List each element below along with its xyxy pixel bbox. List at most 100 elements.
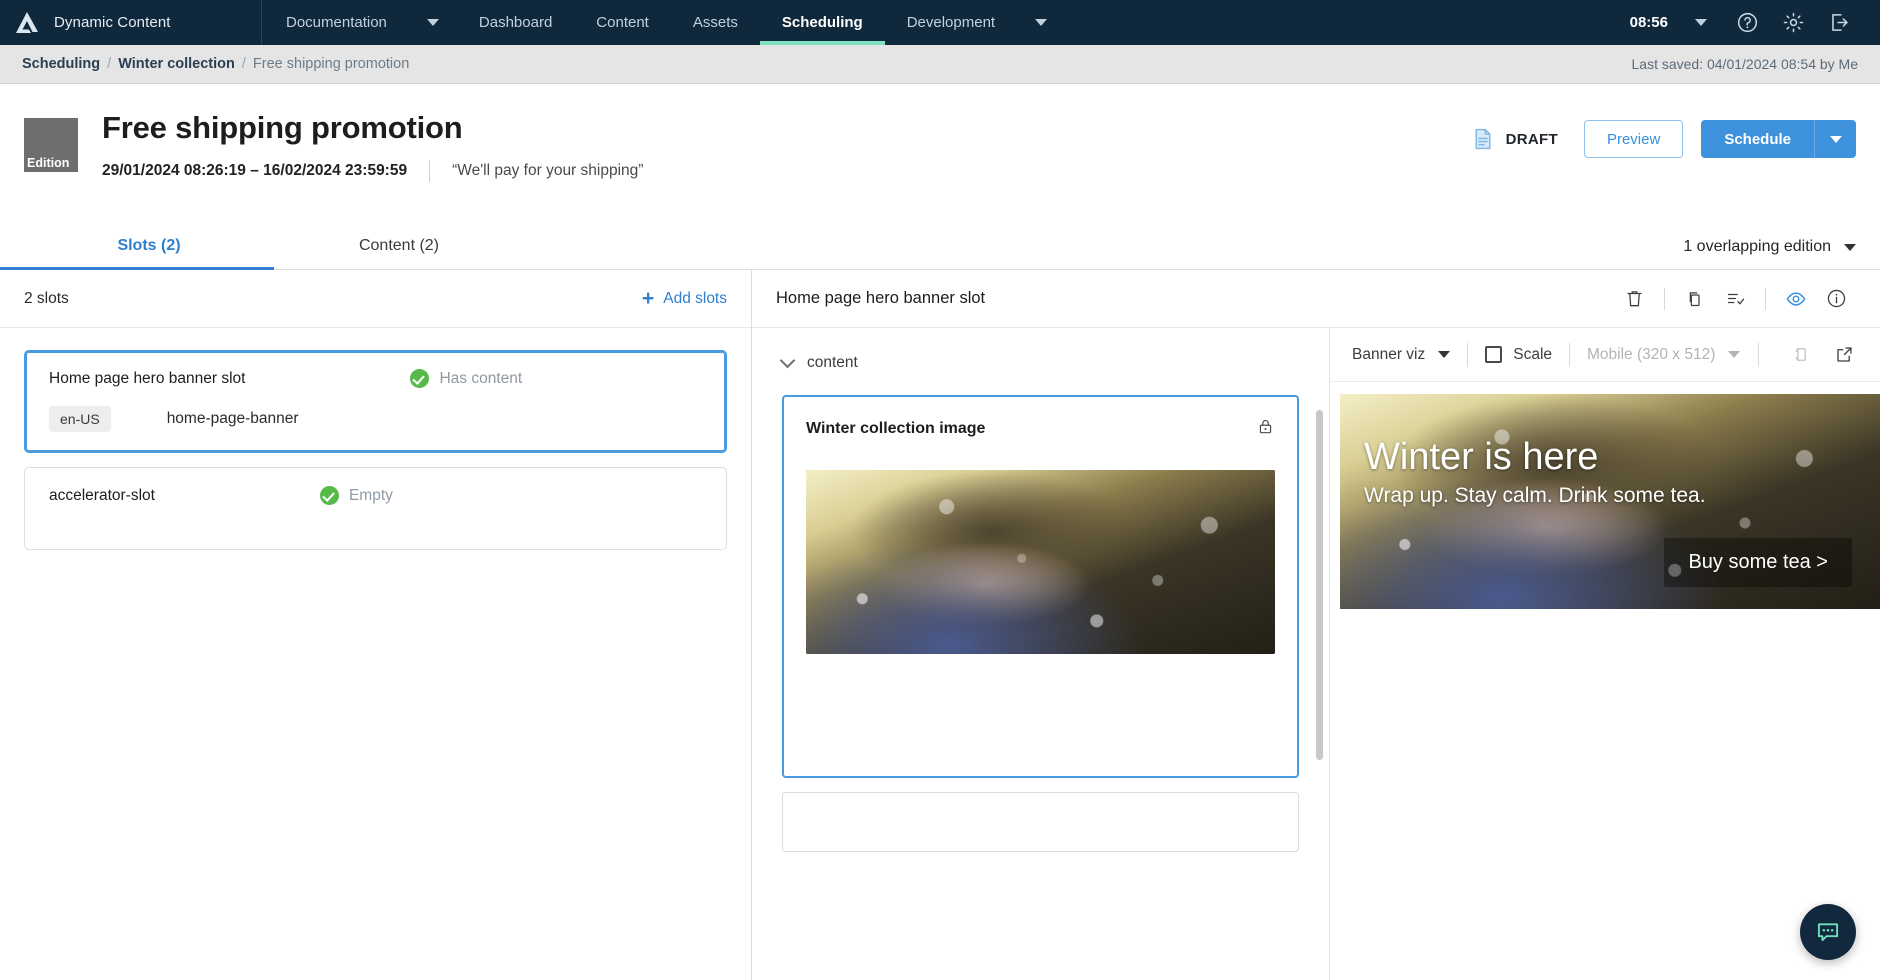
add-slots-button[interactable]: + Add slots — [642, 288, 727, 309]
schedule-dropdown-button[interactable] — [1814, 120, 1856, 158]
field-card-winter-collection-image[interactable]: Winter collection image — [782, 395, 1299, 778]
nav-item-scheduling[interactable]: Scheduling — [759, 0, 885, 45]
scale-checkbox[interactable]: Scale — [1485, 346, 1552, 364]
info-button[interactable] — [1816, 279, 1856, 319]
breadcrumb-separator: / — [241, 56, 246, 72]
slot-content-key[interactable]: home-page-banner — [167, 410, 299, 428]
nav-item-label: Dashboard — [478, 14, 553, 31]
form-pane-scrollbar[interactable] — [1316, 410, 1323, 760]
slot-editor-title: Home page hero banner slot — [776, 289, 986, 307]
edition-thumbnail-label: Edition — [27, 156, 70, 170]
slot-card-accelerator-slot[interactable]: accelerator-slot Empty — [24, 467, 727, 550]
slot-card-home-page-hero-banner[interactable]: Home page hero banner slot Has content e… — [24, 350, 727, 453]
tab-content[interactable]: Content (2) — [274, 237, 524, 269]
clock-dropdown-button[interactable] — [1678, 0, 1724, 45]
slot-editor-toolbar — [1614, 279, 1856, 319]
field-card-next[interactable] — [782, 792, 1299, 852]
last-saved-text: Last saved: 04/01/2024 08:54 by Me — [1631, 56, 1859, 72]
slot-editor-header: Home page hero banner slot — [752, 270, 1880, 328]
status-badge-label: DRAFT — [1505, 130, 1558, 148]
chat-support-button[interactable] — [1800, 904, 1856, 960]
schedule-button[interactable]: Schedule — [1701, 120, 1814, 158]
amplience-logo-icon — [14, 10, 40, 36]
chevron-down-icon — [1438, 351, 1451, 358]
breadcrumb-item-scheduling[interactable]: Scheduling — [22, 56, 100, 72]
content-form-pane: content Winter collection image — [752, 328, 1330, 980]
breadcrumb-item-winter-collection[interactable]: Winter collection — [118, 56, 235, 72]
overlapping-editions-dropdown[interactable]: 1 overlapping edition — [1683, 238, 1856, 269]
tab-label: Content (2) — [358, 237, 440, 254]
help-button[interactable] — [1724, 0, 1770, 45]
banner-cta-button[interactable]: Buy some tea > — [1664, 538, 1852, 587]
settings-button[interactable] — [1770, 0, 1816, 45]
visibility-button[interactable] — [1776, 279, 1816, 319]
banner-preview[interactable]: Winter is here Wrap up. Stay calm. Drink… — [1340, 394, 1880, 609]
slot-card-top-row: Home page hero banner slot Has content — [49, 369, 702, 388]
device-size-label: Mobile (320 x 512) — [1587, 345, 1716, 363]
logout-button[interactable] — [1816, 0, 1862, 45]
visibility-eye-icon — [1786, 291, 1806, 306]
device-size-select[interactable]: Mobile (320 x 512) — [1587, 345, 1741, 364]
nav-item-assets[interactable]: Assets — [671, 0, 760, 45]
toolbar-divider — [1664, 287, 1665, 310]
visualization-select-label: Banner viz — [1352, 345, 1426, 363]
breadcrumb-separator: / — [107, 56, 112, 72]
page-header-text: Free shipping promotion 29/01/2024 08:26… — [102, 108, 643, 182]
banner-headline: Winter is here — [1364, 436, 1599, 478]
nav-development-caret[interactable] — [1017, 0, 1065, 45]
check-circle-icon — [410, 369, 430, 388]
schedule-button-group: Schedule — [1701, 120, 1856, 158]
slot-name: accelerator-slot — [49, 486, 155, 504]
edition-date-range: 29/01/2024 08:26:19 – 16/02/2024 23:59:5… — [102, 162, 408, 179]
nav-documentation-caret[interactable] — [409, 0, 457, 45]
delete-button[interactable] — [1614, 279, 1654, 319]
slot-name: Home page hero banner slot — [49, 369, 246, 387]
brand-home-link[interactable]: Dynamic Content — [0, 0, 262, 45]
nav-item-label: Scheduling — [781, 14, 863, 31]
copy-button[interactable] — [1675, 279, 1715, 319]
nav-item-label: Content — [596, 14, 649, 31]
info-icon — [1827, 289, 1845, 308]
slot-editor-panel: Home page hero banner slot content Winte… — [752, 270, 1880, 980]
content-group-toggle[interactable]: content — [779, 352, 1299, 372]
page-subline: 29/01/2024 08:26:19 – 16/02/2024 23:59:5… — [102, 160, 643, 182]
list-check-icon — [1727, 293, 1744, 305]
top-navigation-bar: Dynamic Content Documentation Dashboard … — [0, 0, 1880, 45]
toolbar-divider — [1467, 342, 1469, 367]
page-header: Edition Free shipping promotion 29/01/20… — [0, 84, 1880, 210]
field-image-preview[interactable] — [806, 470, 1275, 654]
tab-label: Slots (2) — [117, 237, 181, 254]
nav-item-dashboard[interactable]: Dashboard — [457, 0, 574, 45]
divider — [429, 160, 431, 182]
page-body: 2 slots + Add slots Home page hero banne… — [0, 270, 1880, 980]
page-title: Free shipping promotion — [102, 110, 463, 145]
editor-split-view: content Winter collection image Banner v… — [752, 328, 1880, 980]
banner-subheadline: Wrap up. Stay calm. Drink some tea. — [1364, 484, 1706, 507]
overlapping-editions-label: 1 overlapping edition — [1683, 238, 1831, 255]
draft-document-icon — [1475, 128, 1491, 150]
check-circle-icon — [319, 486, 339, 505]
slots-list: Home page hero banner slot Has content e… — [0, 328, 751, 586]
lock-icon[interactable] — [1256, 417, 1275, 441]
rotate-device-button[interactable] — [1780, 335, 1820, 375]
open-in-new-window-button[interactable] — [1824, 335, 1864, 375]
nav-item-development[interactable]: Development — [885, 0, 1017, 45]
help-circle-icon — [1737, 12, 1757, 33]
toolbar-divider — [1758, 342, 1759, 367]
tab-slots[interactable]: Slots (2) — [0, 237, 274, 270]
copy-icon — [1689, 291, 1700, 306]
slot-status-label: Has content — [439, 369, 523, 387]
nav-item-label: Documentation — [286, 14, 387, 31]
visualization-select[interactable]: Banner viz — [1352, 345, 1451, 364]
nav-item-documentation[interactable]: Documentation — [262, 0, 409, 45]
validate-list-button[interactable] — [1715, 279, 1755, 319]
status-badge: DRAFT — [1471, 126, 1558, 152]
preview-button[interactable]: Preview — [1583, 120, 1684, 158]
winter-collection-image — [806, 470, 1275, 654]
checkbox-unchecked-icon — [1485, 346, 1503, 363]
nav-item-label: Development — [906, 14, 996, 31]
logout-icon — [1831, 14, 1848, 31]
slot-card-bottom-row: en-US home-page-banner — [49, 406, 702, 432]
locale-chip: en-US — [49, 406, 111, 432]
nav-item-content[interactable]: Content — [574, 0, 671, 45]
